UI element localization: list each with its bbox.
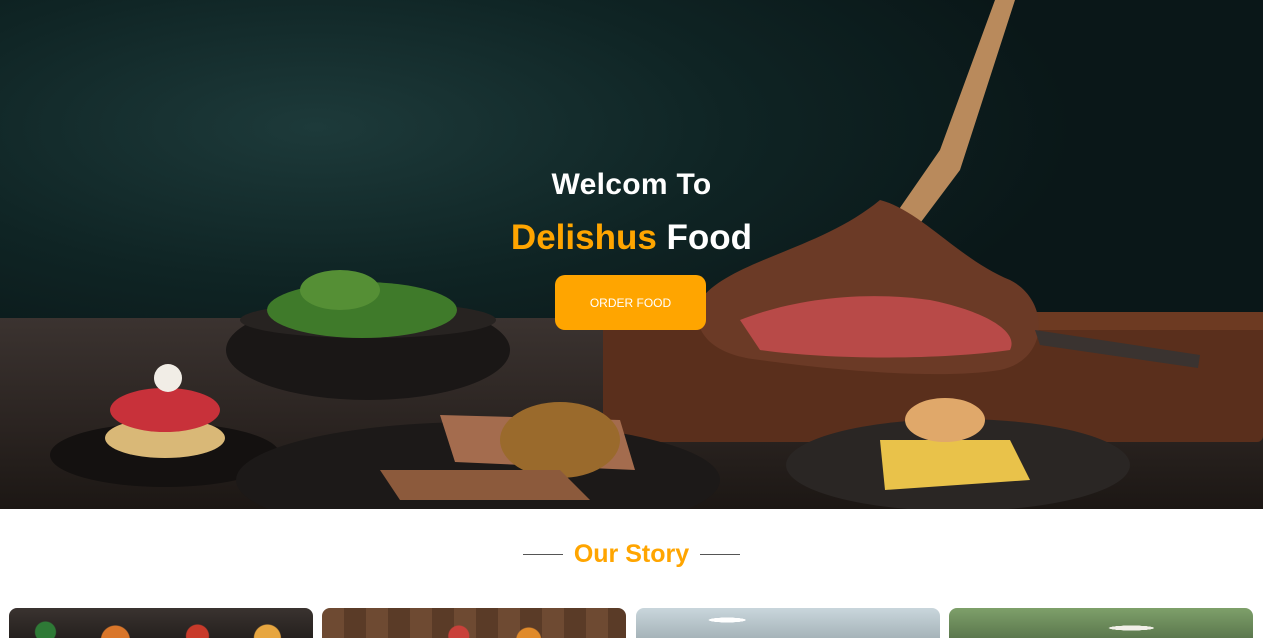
- hero-section: Welcom To Delishus Food ORDER FOOD: [0, 0, 1263, 509]
- story-card-restaurant-interior[interactable]: [636, 608, 940, 638]
- hero-overlay: Welcom To Delishus Food ORDER FOOD: [0, 0, 1263, 509]
- brand-rest-word: Food: [666, 218, 753, 257]
- story-title: Our Story: [573, 539, 690, 568]
- hero-brand-title: Delishus Food: [0, 218, 1263, 258]
- order-food-button[interactable]: ORDER FOOD: [555, 275, 706, 330]
- heading-line-right: [700, 553, 741, 555]
- hero-welcome: Welcom To: [551, 168, 712, 201]
- story-card-food-platter[interactable]: [9, 608, 313, 638]
- brand-accent-word: Delishus: [510, 218, 657, 257]
- story-cards: [0, 608, 1263, 638]
- story-card-outdoor-patio[interactable]: [949, 608, 1253, 638]
- heading-line-left: [522, 553, 563, 555]
- story-card-wooden-table[interactable]: [322, 608, 626, 638]
- story-heading: Our Story: [0, 538, 1263, 570]
